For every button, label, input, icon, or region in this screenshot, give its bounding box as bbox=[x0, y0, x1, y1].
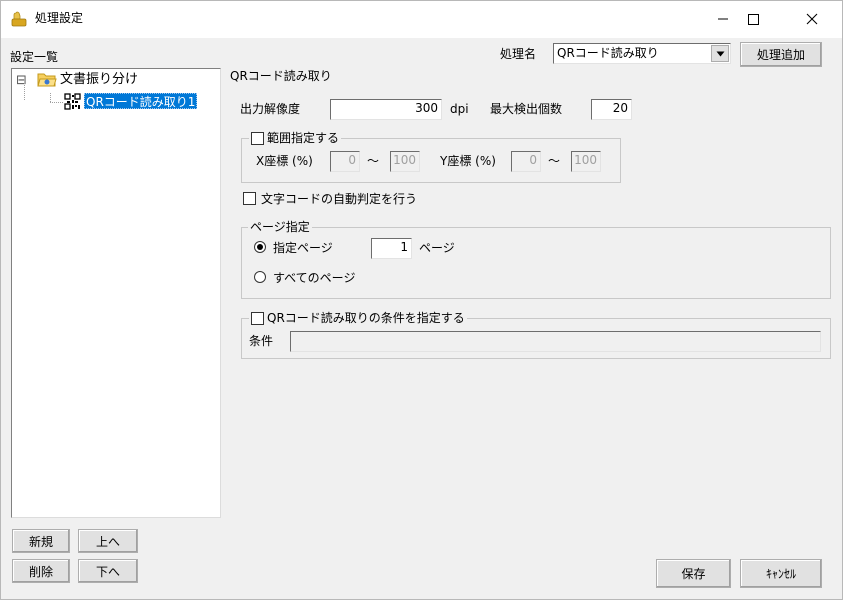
add-process-button[interactable]: 処理追加 bbox=[740, 42, 822, 67]
page-unit-label: ページ bbox=[419, 241, 455, 255]
specified-page-label: 指定ページ bbox=[273, 241, 333, 255]
dropdown-button[interactable] bbox=[711, 45, 729, 62]
max-detect-input[interactable]: 20 bbox=[591, 99, 632, 120]
process-name-label: 処理名 bbox=[500, 47, 537, 61]
all-pages-label: すべてのページ bbox=[273, 271, 356, 285]
maximize-icon bbox=[748, 14, 759, 25]
max-detect-label: 最大検出個数 bbox=[490, 102, 563, 116]
range-checkbox[interactable] bbox=[251, 132, 264, 145]
new-button[interactable]: 新規 bbox=[12, 529, 70, 553]
range-checkbox-label: 範囲指定する bbox=[267, 131, 340, 145]
condition-checkbox[interactable] bbox=[251, 312, 264, 325]
tree-node-document-sort[interactable]: 文書振り分け bbox=[60, 72, 138, 88]
resolution-unit: dpi bbox=[450, 102, 469, 116]
folder-icon bbox=[37, 73, 57, 87]
resolution-input[interactable]: 300 bbox=[330, 99, 442, 120]
delete-button[interactable]: 削除 bbox=[12, 559, 70, 583]
minimize-icon bbox=[718, 18, 728, 20]
y-coord-label: Y座標 (%) bbox=[440, 154, 496, 168]
maximize-button[interactable] bbox=[730, 0, 776, 38]
tree-node-qr-reading[interactable]: QRコード読み取り1 bbox=[84, 93, 198, 109]
y-range-tilde: ～ bbox=[548, 154, 561, 168]
title-bar: 処理設定 bbox=[0, 0, 843, 38]
chevron-down-icon bbox=[716, 51, 724, 56]
y-to-input[interactable]: 100 bbox=[571, 151, 601, 172]
close-icon bbox=[806, 13, 818, 25]
move-up-button[interactable]: 上へ bbox=[78, 529, 138, 553]
auto-charcode-checkbox[interactable] bbox=[243, 192, 256, 205]
page-number-input[interactable]: 1 bbox=[371, 238, 412, 259]
specified-page-radio[interactable] bbox=[254, 241, 266, 253]
x-coord-label: X座標 (%) bbox=[256, 154, 313, 168]
auto-charcode-label: 文字コードの自動判定を行う bbox=[261, 192, 418, 206]
page-group-label: ページ指定 bbox=[248, 219, 312, 235]
settings-list-label: 設定一覧 bbox=[10, 50, 59, 64]
all-pages-radio[interactable] bbox=[254, 271, 266, 283]
app-icon bbox=[11, 11, 27, 27]
page-group bbox=[241, 227, 831, 299]
condition-checkbox-label: QRコード読み取りの条件を指定する bbox=[267, 311, 465, 325]
process-name-value: QRコード読み取り bbox=[557, 46, 659, 60]
condition-field-label: 条件 bbox=[249, 334, 274, 348]
window-title: 処理設定 bbox=[35, 11, 84, 25]
close-button[interactable] bbox=[789, 0, 835, 38]
condition-legend: QRコード読み取りの条件を指定する bbox=[249, 310, 467, 326]
y-from-input[interactable]: 0 bbox=[511, 151, 541, 172]
save-button[interactable]: 保存 bbox=[656, 559, 731, 588]
x-from-input[interactable]: 0 bbox=[330, 151, 360, 172]
cancel-button[interactable]: ｷｬﾝｾﾙ bbox=[740, 559, 822, 588]
x-to-input[interactable]: 100 bbox=[390, 151, 420, 172]
condition-input[interactable] bbox=[290, 331, 821, 352]
move-down-button[interactable]: 下へ bbox=[78, 559, 138, 583]
qr-code-icon bbox=[64, 93, 81, 110]
resolution-label: 出力解像度 bbox=[240, 102, 301, 116]
x-range-tilde: ～ bbox=[367, 154, 380, 168]
process-name-select[interactable]: QRコード読み取り bbox=[553, 43, 731, 64]
settings-tree[interactable]: ⊟ 文書振り分け QRコード読み取り1 bbox=[11, 68, 221, 518]
panel-title: QRコード読み取り bbox=[230, 69, 332, 83]
